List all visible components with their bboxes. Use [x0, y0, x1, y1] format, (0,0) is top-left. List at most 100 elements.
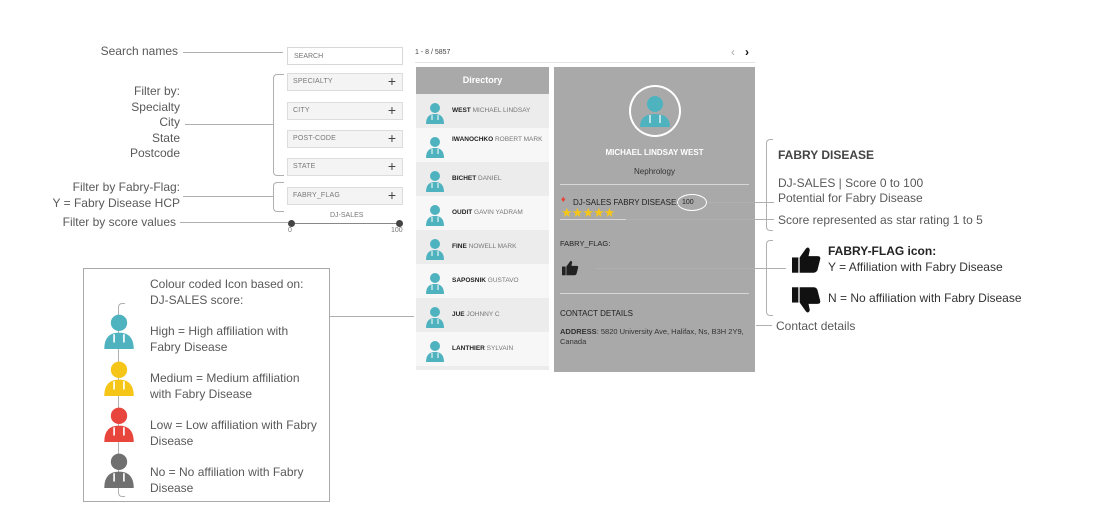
row-first-name: NOWELL MARK: [468, 243, 517, 250]
plus-icon[interactable]: +: [388, 187, 396, 203]
brace-filters: [273, 74, 284, 176]
star-rating-annotation: Score represented as star rating 1 to 5: [778, 213, 983, 227]
legend-high-line-2: Fabry Disease: [150, 339, 228, 354]
score-slider-min-handle[interactable]: [288, 220, 295, 227]
directory-row[interactable]: JUE JOHNNY C: [416, 298, 549, 332]
fabry-disease-title: FABRY DISEASE: [778, 148, 875, 162]
row-first-name: SYLVAIN: [486, 345, 514, 352]
row-last-name: JUE: [452, 311, 465, 318]
thumbs-down-icon: [792, 287, 821, 313]
connector-score: [180, 222, 288, 223]
directory-row-name: JUE JOHNNY C: [452, 311, 546, 319]
connector-flag-annotation: [596, 268, 786, 269]
annotation-filter-state: State: [151, 130, 180, 145]
pagination-range: 1 - 8 / 5857: [415, 49, 451, 56]
row-last-name: WEST: [452, 107, 471, 114]
directory-row[interactable]: OUDIT GAVIN YADRAM: [416, 196, 549, 230]
directory-row[interactable]: LANTHIER SYLVAIN: [416, 332, 549, 366]
row-last-name: OUDIT: [452, 209, 473, 216]
flame-icon: ♦: [561, 194, 566, 204]
person-none-icon: [104, 453, 134, 488]
star-icon: ★: [561, 205, 573, 220]
directory-row[interactable]: FINE NOWELL MARK: [416, 230, 549, 264]
star-icon: ★: [592, 205, 605, 220]
legend-intro-line-2: DJ-SALES score:: [150, 292, 244, 307]
row-last-name: BICHET: [452, 175, 477, 182]
plus-icon[interactable]: +: [388, 102, 396, 118]
pager-divider: [415, 62, 755, 63]
slider-label: DJ-SALES: [330, 212, 364, 219]
person-high-icon: [426, 103, 444, 124]
person-low-icon: [104, 407, 134, 442]
plus-icon[interactable]: +: [388, 130, 396, 146]
directory-row-name: IWANOCHKO ROBERT MARK: [452, 136, 546, 144]
connector-search: [183, 52, 283, 53]
flag-icon-title: FABRY-FLAG icon:: [828, 244, 937, 258]
legend-medium: Medium = Medium affiliation with Fabry D…: [150, 371, 300, 402]
row-first-name: GUSTAVO: [487, 277, 519, 284]
annotation-filter-postcode: Postcode: [129, 146, 180, 160]
filter-specialty[interactable]: SPECIALTY +: [287, 73, 403, 91]
person-high-icon: [426, 171, 444, 192]
filter-city[interactable]: CITY +: [287, 102, 403, 120]
legend-no: No = No affiliation with Fabry Disease: [150, 465, 304, 496]
score-slider-max-handle[interactable]: [396, 220, 403, 227]
star-icon: ★: [571, 205, 584, 220]
connector-legend: [330, 316, 414, 317]
legend-no-line-2: Disease: [150, 480, 194, 495]
filter-fabry-flag-label: FABRY_FLAG: [293, 192, 341, 199]
directory-row-name: SAPOSNIK GUSTAVO: [452, 277, 546, 285]
annotation-fabry-flag-desc: Y = Fabry Disease HCP: [52, 195, 181, 210]
person-high-icon: [426, 239, 444, 260]
annotation-fabry-flag-title: Filter by Fabry-Flag:: [72, 180, 180, 194]
next-page-button[interactable]: ›: [745, 45, 749, 59]
star-icon: ★: [582, 205, 594, 220]
legend-low-line-2: Disease: [150, 433, 194, 448]
row-first-name: DANIEL: [478, 175, 502, 182]
directory-row[interactable]: BICHET DANIEL: [416, 162, 549, 196]
directory-row-name: FINE NOWELL MARK: [452, 243, 546, 251]
directory-row[interactable]: WEST MICHAEL LINDSAY: [416, 94, 549, 128]
person-high-icon: [426, 137, 444, 158]
person-high-icon: [426, 307, 444, 328]
directory-row[interactable]: SAPOSNIK GUSTAVO: [416, 264, 549, 298]
directory-row-name: BICHET DANIEL: [452, 175, 546, 183]
row-first-name: ROBERT MARK: [494, 136, 543, 143]
plus-icon[interactable]: +: [388, 73, 396, 89]
filter-post-code[interactable]: POST-CODE +: [287, 130, 403, 148]
annotation-score-values: Filter by score values: [62, 215, 176, 229]
score-highlight-ellipse: [677, 194, 707, 211]
directory-row-name: OUDIT GAVIN YADRAM: [452, 209, 546, 217]
detail-name: MICHAEL LINDSAY WEST: [605, 148, 704, 157]
filter-state[interactable]: STATE +: [287, 158, 403, 176]
brace-fabry-disease: [766, 139, 773, 231]
detail-divider: [560, 184, 749, 185]
detail-divider: [560, 293, 749, 294]
thumbs-up-icon: [792, 247, 821, 273]
score-slider-track[interactable]: [291, 223, 399, 224]
prev-page-button[interactable]: ‹: [731, 45, 735, 59]
search-input[interactable]: [287, 47, 403, 65]
legend-low-line-1: Low = Low affiliation with Fabry: [150, 418, 317, 432]
flag-no-annotation: N = No affiliation with Fabry Disease: [828, 291, 1022, 305]
contact-details-annotation: Contact details: [776, 319, 856, 333]
annotation-filter-by-title: Filter by:: [133, 84, 180, 98]
connector-filters: [185, 124, 273, 125]
filter-specialty-label: SPECIALTY: [293, 78, 333, 85]
row-first-name: GAVIN YADRAM: [474, 209, 523, 216]
legend-low: Low = Low affiliation with Fabry Disease: [150, 418, 317, 449]
annotation-filter-by: Filter by: Specialty City State Postcode: [60, 84, 180, 162]
directory-row[interactable]: IWANOCHKO ROBERT MARK: [416, 128, 549, 162]
connector-score-annotation: [708, 202, 774, 203]
plus-icon[interactable]: +: [388, 158, 396, 174]
legend-no-line-1: No = No affiliation with Fabry: [150, 465, 304, 479]
filter-city-label: CITY: [293, 107, 310, 114]
address-text: ADDRESS: 5820 University Ave, Halifax, N…: [560, 327, 752, 347]
filter-fabry-flag[interactable]: FABRY_FLAG +: [287, 187, 403, 205]
legend-box: Colour coded Icon based on: DJ-SALES sco…: [83, 268, 330, 502]
slider-min-value: 0: [288, 227, 292, 234]
detail-specialty: Nephrology: [634, 167, 675, 176]
brace-fabry-flag: [273, 182, 284, 212]
legend-high: High = High affiliation with Fabry Disea…: [150, 324, 288, 355]
row-last-name: FINE: [452, 243, 467, 250]
